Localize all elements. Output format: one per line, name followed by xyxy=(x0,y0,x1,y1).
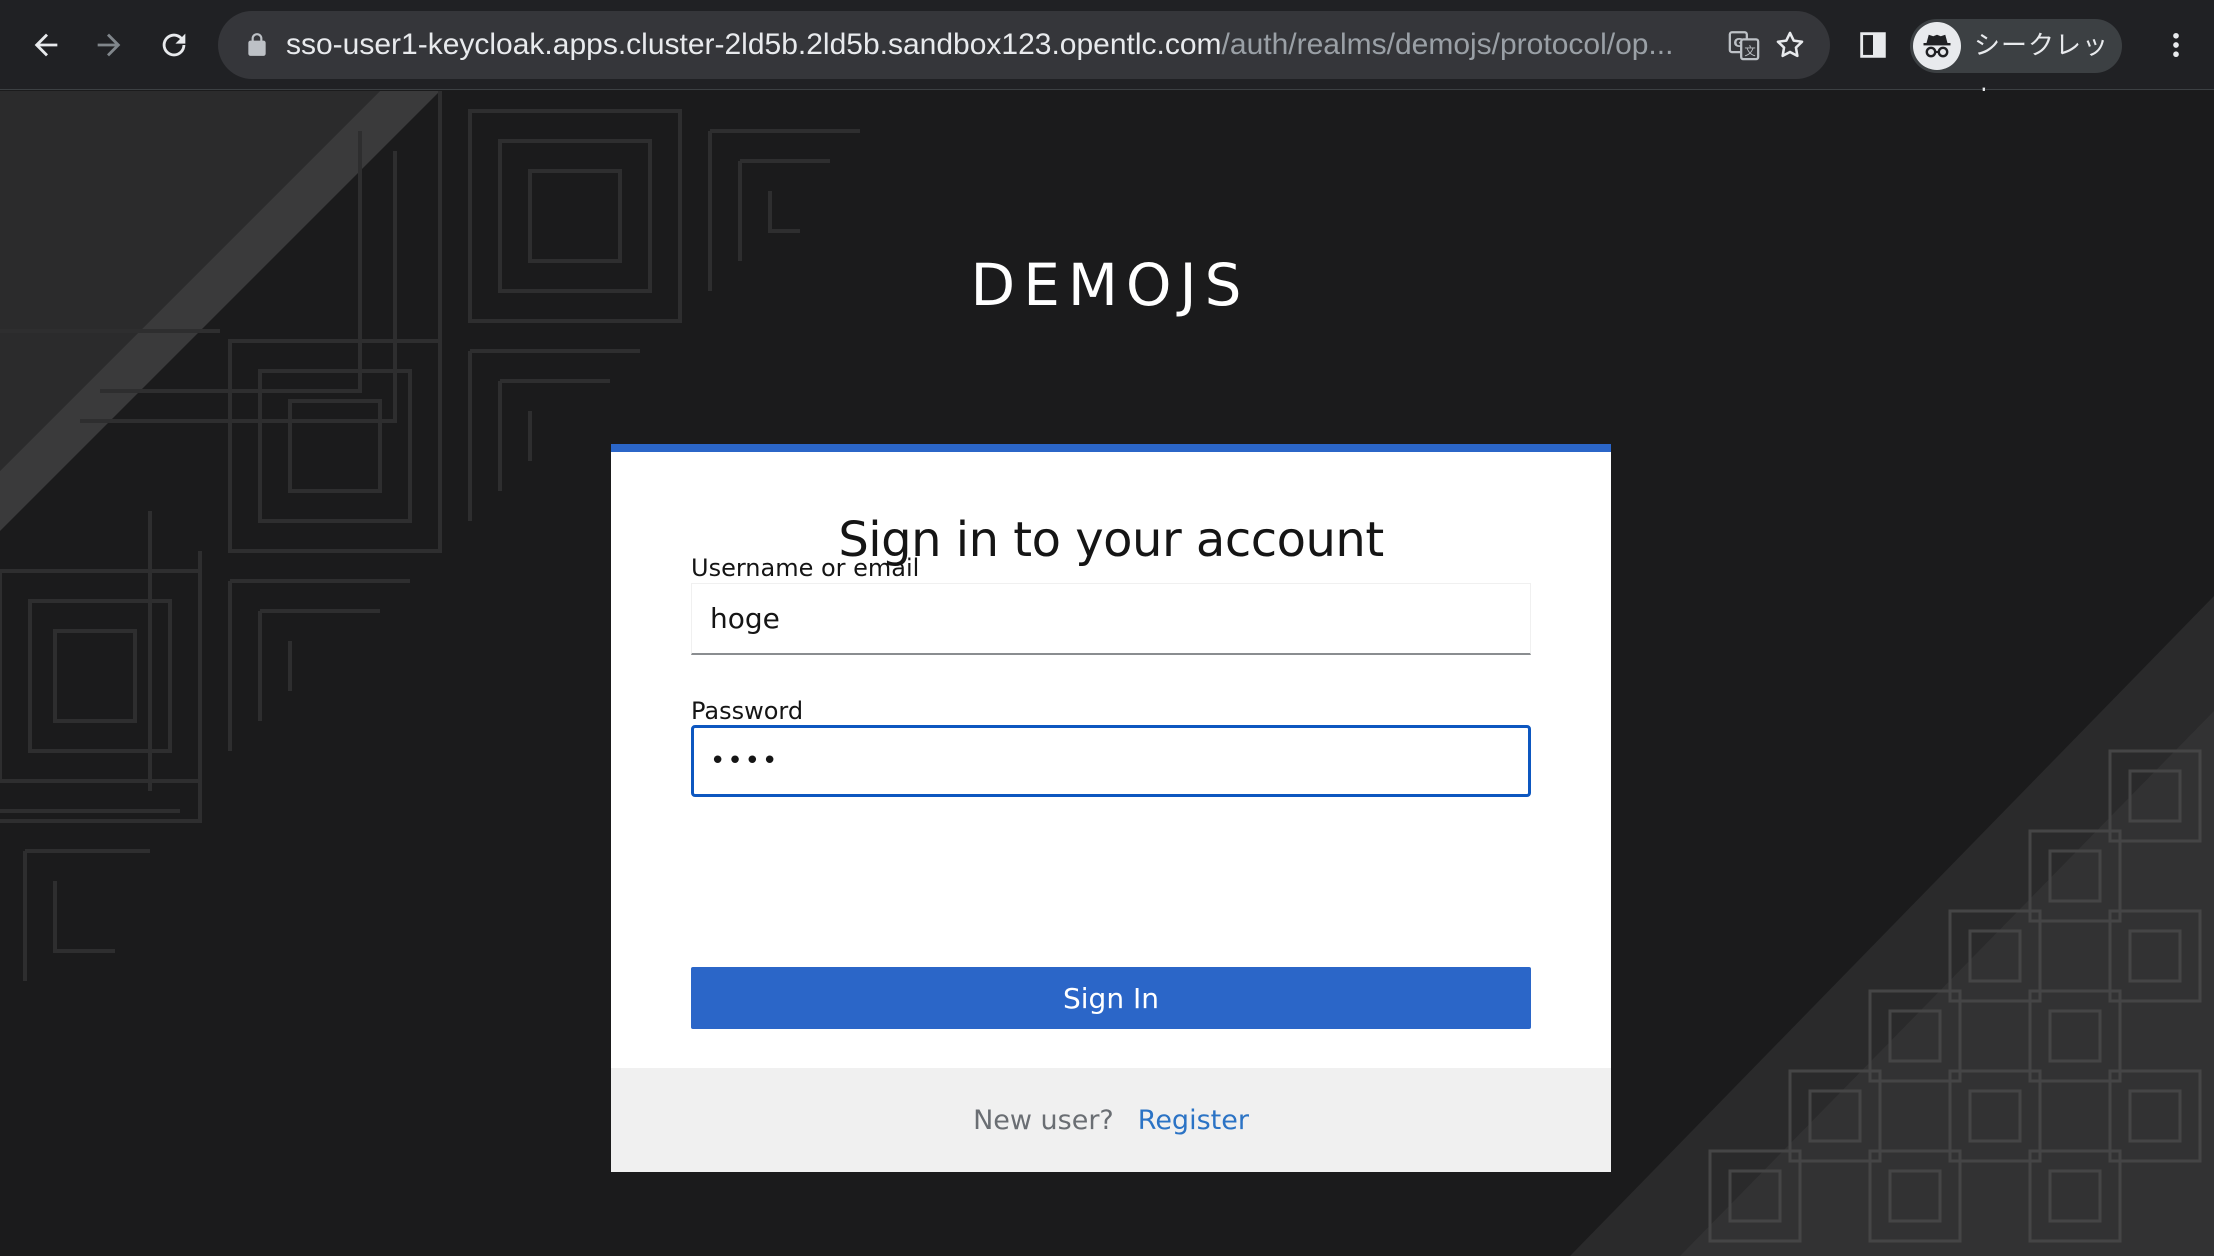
browser-toolbar: sso-user1-keycloak.apps.cluster-2ld5b.2l… xyxy=(0,0,2214,115)
login-page: DEMOJS Sign in to your account Username … xyxy=(0,91,2214,1256)
address-bar[interactable]: sso-user1-keycloak.apps.cluster-2ld5b.2l… xyxy=(218,11,1830,79)
reload-icon xyxy=(162,33,186,57)
reload-button[interactable] xyxy=(146,17,202,73)
incognito-icon xyxy=(1923,34,1951,58)
lock-icon[interactable] xyxy=(244,32,270,58)
username-label: Username or email xyxy=(691,554,920,582)
password-input[interactable]: •••• xyxy=(691,725,1531,797)
bookmark-star-icon[interactable] xyxy=(1773,28,1807,62)
login-card: Sign in to your account Username or emai… xyxy=(611,444,1611,1172)
svg-text:文: 文 xyxy=(1744,44,1755,58)
forward-button[interactable] xyxy=(81,17,137,73)
url-text[interactable]: sso-user1-keycloak.apps.cluster-2ld5b.2l… xyxy=(286,11,1746,79)
sign-in-button[interactable]: Sign In xyxy=(691,967,1531,1029)
back-button[interactable] xyxy=(18,17,74,73)
side-panel-icon xyxy=(1860,32,1886,58)
url-path: /auth/realms/demojs/protocol/op... xyxy=(1221,28,1674,61)
side-panel-button[interactable] xyxy=(1845,17,1901,73)
register-link[interactable]: Register xyxy=(1138,1105,1249,1136)
incognito-avatar xyxy=(1913,22,1961,70)
back-arrow-icon xyxy=(34,33,58,57)
password-label: Password xyxy=(691,697,804,725)
incognito-indicator[interactable]: シークレット xyxy=(1910,19,2122,115)
card-footer: New user? Register xyxy=(611,1068,1611,1172)
realm-name: DEMOJS xyxy=(970,251,1250,319)
forward-arrow-icon xyxy=(97,33,121,57)
translate-icon[interactable]: G 文 xyxy=(1727,28,1761,62)
new-user-text: New user? xyxy=(973,1104,1114,1136)
more-vert-icon xyxy=(2173,32,2179,58)
menu-button[interactable] xyxy=(2148,17,2204,73)
username-input[interactable] xyxy=(691,583,1531,655)
url-host: sso-user1-keycloak.apps.cluster-2ld5b.2l… xyxy=(286,28,1222,61)
